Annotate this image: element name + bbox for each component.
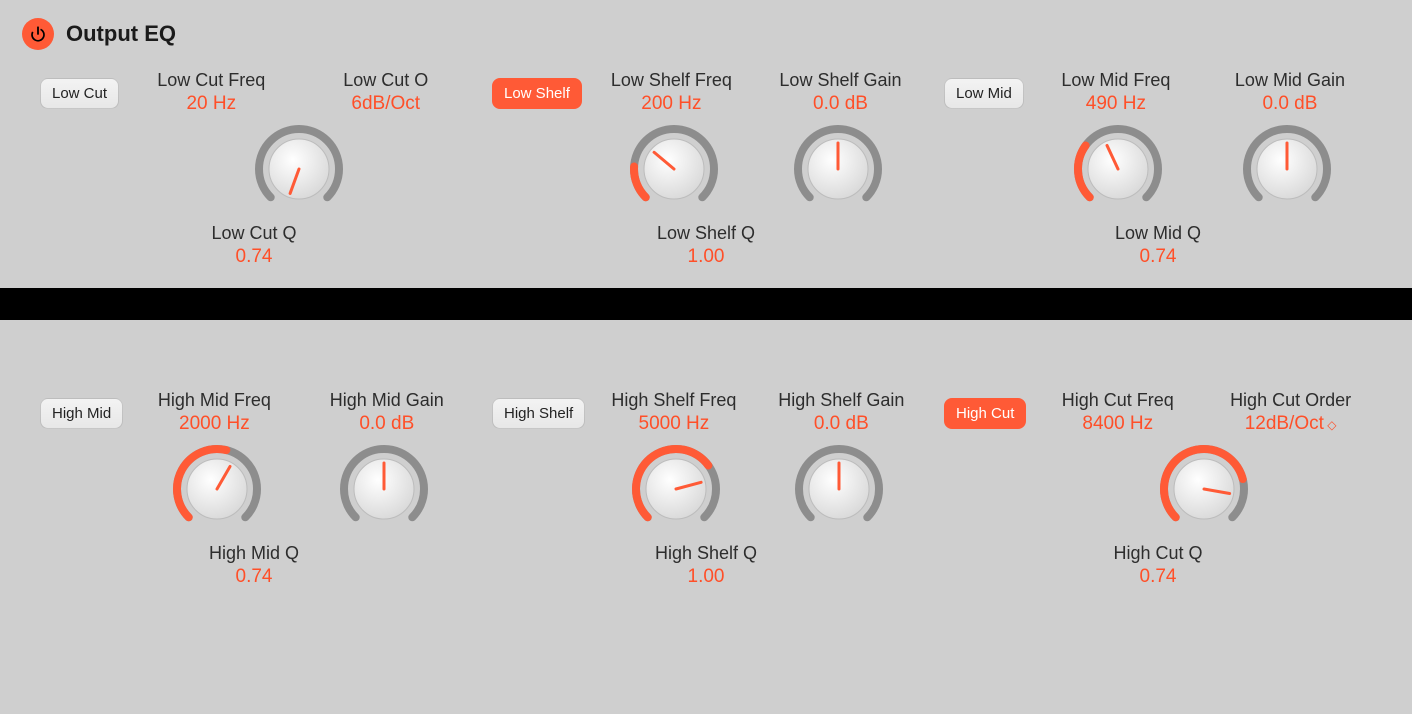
eq-row-2: High Mid High Mid Freq 2000 Hz High Mid … — [0, 320, 1412, 608]
high-shelf-q-value[interactable]: 1.00 — [492, 566, 920, 588]
high-cut-freq-label: High Cut Freq — [1062, 390, 1174, 411]
high-mid-q-value[interactable]: 0.74 — [40, 566, 468, 588]
low-mid-freq-knob[interactable] — [1072, 123, 1164, 215]
high-cut-order-value[interactable]: 12dB/Oct — [1245, 413, 1337, 435]
low-mid-q-label: Low Mid Q — [944, 223, 1372, 244]
low-mid-q-value[interactable]: 0.74 — [944, 246, 1372, 268]
power-button[interactable] — [22, 18, 54, 50]
high-cut-q-label: High Cut Q — [944, 543, 1372, 564]
band-low-shelf: Low Shelf Low Shelf Freq 200 Hz Low Shel… — [480, 70, 932, 268]
low-mid-gain-value[interactable]: 0.0 dB — [1262, 93, 1317, 115]
high-shelf-q-label: High Shelf Q — [492, 543, 920, 564]
high-mid-gain-label: High Mid Gain — [330, 390, 444, 411]
band-low-mid: Low Mid Low Mid Freq 490 Hz Low Mid Gain… — [932, 70, 1384, 268]
high-mid-gain-knob[interactable] — [338, 443, 430, 535]
low-shelf-gain-value[interactable]: 0.0 dB — [813, 93, 868, 115]
low-shelf-freq-value[interactable]: 200 Hz — [641, 93, 701, 115]
low-cut-q-value[interactable]: 0.74 — [40, 246, 468, 268]
low-cut-freq-knob[interactable] — [253, 123, 345, 215]
low-cut-order-label: Low Cut O — [343, 70, 428, 91]
low-shelf-q-value[interactable]: 1.00 — [492, 246, 920, 268]
band-high-shelf: High Shelf High Shelf Freq 5000 Hz High … — [480, 390, 932, 588]
low-shelf-q-param: Low Shelf Q 1.00 — [492, 223, 920, 268]
high-mid-q-param: High Mid Q 0.74 — [40, 543, 468, 588]
low-shelf-q-label: Low Shelf Q — [492, 223, 920, 244]
low-mid-gain-label: Low Mid Gain — [1235, 70, 1345, 91]
power-icon — [29, 25, 47, 43]
band-low-cut: Low Cut Low Cut Freq 20 Hz Low Cut O 6dB… — [28, 70, 480, 268]
row-divider — [0, 288, 1412, 320]
high-shelf-gain-param: High Shelf Gain 0.0 dB — [763, 390, 920, 435]
low-cut-freq-label: Low Cut Freq — [157, 70, 265, 91]
low-mid-button[interactable]: Low Mid — [944, 78, 1024, 109]
low-mid-gain-knob[interactable] — [1241, 123, 1333, 215]
page-title: Output EQ — [66, 21, 176, 47]
high-shelf-gain-value[interactable]: 0.0 dB — [814, 413, 869, 435]
header: Output EQ — [0, 0, 1412, 64]
high-shelf-q-param: High Shelf Q 1.00 — [492, 543, 920, 588]
band-high-cut: High Cut High Cut Freq 8400 Hz High Cut … — [932, 390, 1384, 588]
low-shelf-freq-param: Low Shelf Freq 200 Hz — [592, 70, 751, 115]
high-mid-gain-value[interactable]: 0.0 dB — [359, 413, 414, 435]
low-mid-freq-label: Low Mid Freq — [1061, 70, 1170, 91]
low-cut-q-label: Low Cut Q — [40, 223, 468, 244]
high-shelf-freq-value[interactable]: 5000 Hz — [639, 413, 710, 435]
high-shelf-button[interactable]: High Shelf — [492, 398, 585, 429]
high-cut-freq-value[interactable]: 8400 Hz — [1082, 413, 1153, 435]
high-cut-freq-param: High Cut Freq 8400 Hz — [1036, 390, 1199, 435]
low-shelf-freq-knob[interactable] — [628, 123, 720, 215]
low-cut-button[interactable]: Low Cut — [40, 78, 119, 109]
high-cut-q-param: High Cut Q 0.74 — [944, 543, 1372, 588]
high-cut-order-label: High Cut Order — [1230, 390, 1351, 411]
high-mid-freq-label: High Mid Freq — [158, 390, 271, 411]
low-mid-freq-value[interactable]: 490 Hz — [1086, 93, 1146, 115]
low-shelf-gain-label: Low Shelf Gain — [779, 70, 901, 91]
low-shelf-gain-param: Low Shelf Gain 0.0 dB — [761, 70, 920, 115]
high-cut-q-value[interactable]: 0.74 — [944, 566, 1372, 588]
low-mid-freq-param: Low Mid Freq 490 Hz — [1034, 70, 1198, 115]
high-mid-button[interactable]: High Mid — [40, 398, 123, 429]
high-mid-q-label: High Mid Q — [40, 543, 468, 564]
eq-row-1: Low Cut Low Cut Freq 20 Hz Low Cut O 6dB… — [0, 64, 1412, 288]
low-cut-q-param: Low Cut Q 0.74 — [40, 223, 468, 268]
high-mid-freq-value[interactable]: 2000 Hz — [179, 413, 250, 435]
low-cut-freq-value[interactable]: 20 Hz — [186, 93, 236, 115]
high-cut-freq-knob[interactable] — [1158, 443, 1250, 535]
low-cut-freq-param: Low Cut Freq 20 Hz — [129, 70, 293, 115]
low-mid-q-param: Low Mid Q 0.74 — [944, 223, 1372, 268]
high-shelf-freq-knob[interactable] — [630, 443, 722, 535]
low-cut-order-param: Low Cut O 6dB/Oct — [304, 70, 468, 115]
high-mid-freq-knob[interactable] — [171, 443, 263, 535]
high-cut-order-param: High Cut Order 12dB/Oct — [1209, 390, 1372, 435]
high-shelf-freq-label: High Shelf Freq — [611, 390, 736, 411]
low-shelf-button[interactable]: Low Shelf — [492, 78, 582, 109]
low-shelf-gain-knob[interactable] — [792, 123, 884, 215]
low-shelf-freq-label: Low Shelf Freq — [611, 70, 732, 91]
high-mid-gain-param: High Mid Gain 0.0 dB — [306, 390, 468, 435]
high-shelf-freq-param: High Shelf Freq 5000 Hz — [595, 390, 752, 435]
band-high-mid: High Mid High Mid Freq 2000 Hz High Mid … — [28, 390, 480, 588]
low-cut-order-value[interactable]: 6dB/Oct — [351, 93, 420, 115]
high-shelf-gain-label: High Shelf Gain — [778, 390, 904, 411]
high-shelf-gain-knob[interactable] — [793, 443, 885, 535]
high-mid-freq-param: High Mid Freq 2000 Hz — [133, 390, 295, 435]
low-mid-gain-param: Low Mid Gain 0.0 dB — [1208, 70, 1372, 115]
high-cut-button[interactable]: High Cut — [944, 398, 1026, 429]
